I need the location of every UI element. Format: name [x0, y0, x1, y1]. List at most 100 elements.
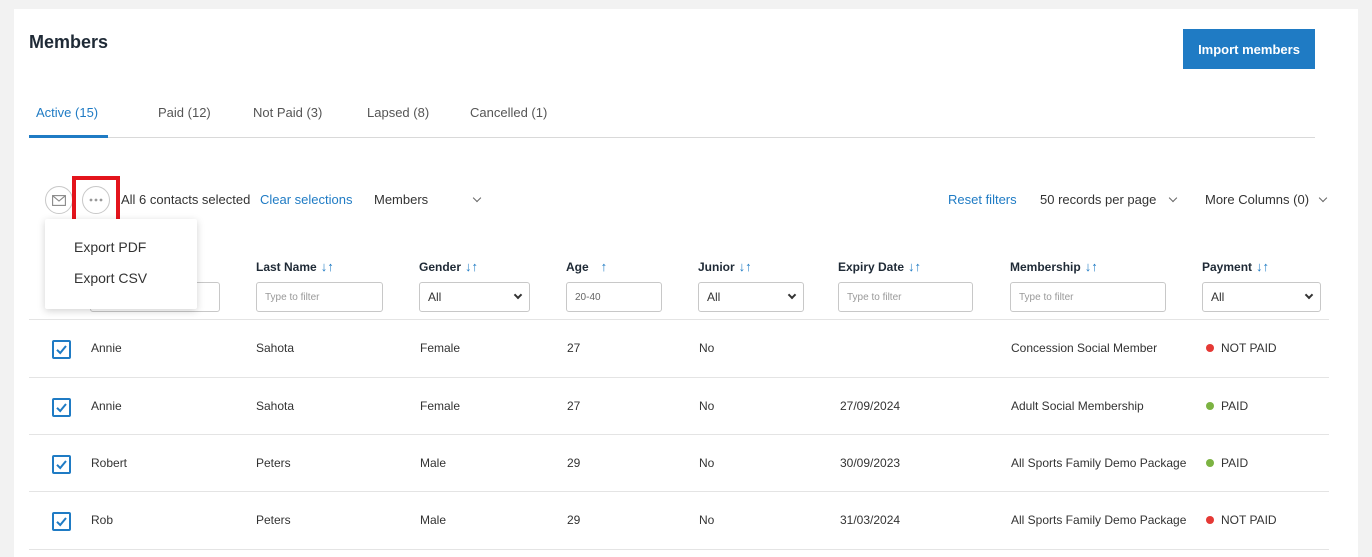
- row-divider: [29, 491, 1329, 492]
- sort-icon[interactable]: ↓↑: [1085, 259, 1098, 274]
- checkmark-icon: [56, 517, 67, 527]
- column-label: Membership: [1010, 260, 1081, 274]
- sort-icon[interactable]: ↓↑: [1256, 259, 1269, 274]
- age-filter[interactable]: 20-40: [566, 282, 662, 312]
- column-label: Gender: [419, 260, 462, 274]
- email-button[interactable]: [45, 186, 73, 214]
- clear-selections-link[interactable]: Clear selections: [260, 192, 353, 207]
- sort-icon[interactable]: ↓↑: [739, 259, 752, 274]
- status-dot-icon: [1206, 402, 1214, 410]
- payment-status-label: PAID: [1221, 456, 1249, 470]
- gender-cell: Male: [420, 513, 447, 527]
- gender-cell: Female: [420, 341, 461, 355]
- column-label: Junior: [698, 260, 735, 274]
- records-per-page-dropdown[interactable]: 50 records per page: [1040, 192, 1178, 207]
- payment-status-label: PAID: [1221, 399, 1249, 413]
- payment-status-label: NOT PAID: [1221, 341, 1277, 355]
- first-name-cell: Annie: [91, 341, 122, 355]
- membership-cell: All Sports Family Demo Package: [1011, 456, 1187, 470]
- members-dropdown-label: Members: [374, 192, 429, 207]
- row-divider: [29, 434, 1329, 435]
- junior-cell: No: [699, 399, 715, 413]
- tab-paid[interactable]: Paid (12): [158, 105, 211, 120]
- selection-count: All 6 contacts selected: [121, 192, 251, 207]
- last-name-cell: Peters: [256, 513, 291, 527]
- last-name-cell: Sahota: [256, 399, 295, 413]
- row-checkbox[interactable]: [52, 455, 71, 474]
- column-label: Payment: [1202, 260, 1253, 274]
- sort-icon[interactable]: ↑: [601, 259, 608, 274]
- membership-cell: Adult Social Membership: [1011, 399, 1144, 413]
- more-columns-dropdown[interactable]: More Columns (0): [1205, 192, 1327, 207]
- status-dot-icon: [1206, 516, 1214, 524]
- junior-filter-value: All: [707, 290, 721, 304]
- membership-cell: All Sports Family Demo Package: [1011, 513, 1187, 527]
- row-checkbox[interactable]: [52, 512, 71, 531]
- gender-cell: Female: [420, 399, 461, 413]
- checkmark-icon: [56, 403, 67, 413]
- active-tab-indicator: [29, 135, 108, 138]
- more-columns-label: More Columns (0): [1205, 192, 1310, 207]
- payment-status: NOT PAID: [1206, 513, 1277, 527]
- records-per-page-label: 50 records per page: [1040, 192, 1157, 207]
- column-gender[interactable]: Gender ↓↑: [419, 259, 478, 274]
- age-cell: 27: [567, 341, 581, 355]
- payment-status: PAID: [1206, 456, 1248, 470]
- row-divider: [29, 319, 1329, 320]
- chevron-down-icon: [1304, 290, 1314, 300]
- checkmark-icon: [56, 460, 67, 470]
- column-label: Age: [566, 260, 589, 274]
- last-name-cell: Sahota: [256, 341, 295, 355]
- sort-icon[interactable]: ↓↑: [908, 259, 921, 274]
- sort-icon[interactable]: ↓↑: [321, 259, 334, 274]
- expiry-date-cell: 30/09/2023: [840, 456, 901, 470]
- chevron-down-icon: [472, 193, 482, 203]
- expiry-date-cell: 31/03/2024: [840, 513, 901, 527]
- highlight-box: [72, 176, 120, 224]
- column-membership[interactable]: Membership ↓↑: [1010, 259, 1098, 274]
- membership-filter[interactable]: Type to filter: [1010, 282, 1166, 312]
- last-name-cell: Peters: [256, 456, 291, 470]
- payment-filter[interactable]: All: [1202, 282, 1321, 312]
- row-divider: [29, 549, 1329, 550]
- last-name-filter[interactable]: Type to filter: [256, 282, 383, 312]
- column-age[interactable]: Age ↑: [566, 259, 607, 274]
- tab-lapsed[interactable]: Lapsed (8): [367, 105, 429, 120]
- envelope-icon: [52, 194, 66, 206]
- membership-cell: Concession Social Member: [1011, 341, 1158, 355]
- age-cell: 29: [567, 513, 581, 527]
- chevron-down-icon: [787, 290, 797, 300]
- column-label: Expiry Date: [838, 260, 905, 274]
- more-actions-menu: Export PDF Export CSV: [45, 219, 197, 309]
- column-expiry-date[interactable]: Expiry Date ↓↑: [838, 259, 921, 274]
- tab-not-paid[interactable]: Not Paid (3): [253, 105, 322, 120]
- tab-active[interactable]: Active (15): [36, 105, 98, 120]
- age-cell: 29: [567, 456, 581, 470]
- expiry-date-filter[interactable]: Type to filter: [838, 282, 973, 312]
- export-csv-menu-item[interactable]: Export CSV: [74, 270, 147, 286]
- gender-cell: Male: [420, 456, 447, 470]
- column-label: Last Name: [256, 260, 317, 274]
- junior-cell: No: [699, 456, 715, 470]
- payment-status: NOT PAID: [1206, 341, 1277, 355]
- payment-filter-value: All: [1211, 290, 1225, 304]
- row-checkbox[interactable]: [52, 340, 71, 359]
- tab-cancelled[interactable]: Cancelled (1): [470, 105, 547, 120]
- column-last-name[interactable]: Last Name ↓↑: [256, 259, 334, 274]
- chevron-down-icon: [1168, 193, 1178, 203]
- reset-filters-link[interactable]: Reset filters: [948, 192, 1017, 207]
- members-dropdown[interactable]: Members: [374, 192, 482, 207]
- column-junior[interactable]: Junior ↓↑: [698, 259, 752, 274]
- junior-filter[interactable]: All: [698, 282, 804, 312]
- export-pdf-menu-item[interactable]: Export PDF: [74, 239, 146, 255]
- payment-status-label: NOT PAID: [1221, 513, 1277, 527]
- page-title: Members: [29, 32, 109, 52]
- row-checkbox[interactable]: [52, 398, 71, 417]
- chevron-down-icon: [1318, 193, 1327, 203]
- gender-filter[interactable]: All: [419, 282, 530, 312]
- first-name-cell: Rob: [91, 513, 114, 527]
- sort-icon[interactable]: ↓↑: [465, 259, 478, 274]
- junior-cell: No: [699, 513, 715, 527]
- import-members-button[interactable]: Import members: [1183, 29, 1315, 69]
- column-payment[interactable]: Payment ↓↑: [1202, 259, 1269, 274]
